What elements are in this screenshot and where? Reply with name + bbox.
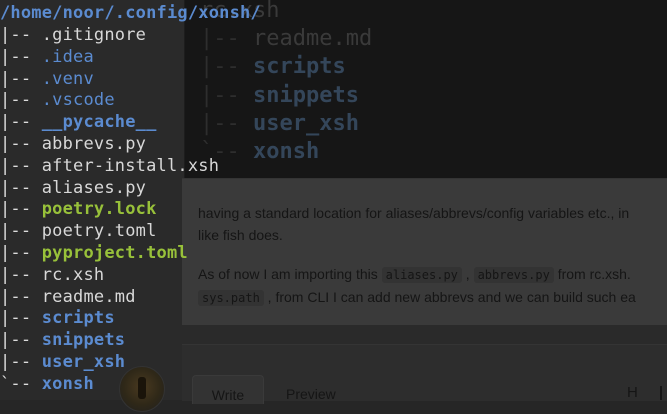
tree-entry: `-- xonsh xyxy=(0,373,94,395)
tree-branch: |-- xyxy=(0,155,42,176)
tree-entry-name: pyproject.toml xyxy=(41,243,188,263)
tree-entry: |-- __pycache__ xyxy=(0,111,157,133)
tree-branch: |-- xyxy=(0,46,42,67)
tree-entry: |-- after-install.xsh xyxy=(0,155,219,177)
tree-entry: |-- readme.md xyxy=(0,286,136,308)
tree-branch: |-- xyxy=(0,330,42,351)
background-terminal-line: |-- snippets xyxy=(200,82,359,108)
tree-branch: |-- xyxy=(0,221,42,242)
tree-entry: |-- pyproject.toml xyxy=(0,242,188,264)
tree-branch: |-- xyxy=(0,134,42,154)
tree-entry: |-- poetry.lock xyxy=(0,198,157,220)
tree-branch: |-- xyxy=(0,90,42,111)
tree-entry: |-- .venv xyxy=(0,68,94,90)
cwd-path: /home/noor/.config/xonsh/ xyxy=(0,3,261,23)
tree-entry-name: scripts xyxy=(41,308,115,329)
comment-line-4: sys.path , from CLI I can add new abbrev… xyxy=(198,286,636,309)
background-terminal-line: |-- scripts xyxy=(200,54,346,80)
inline-code-syspath: sys.path xyxy=(198,290,264,306)
inline-code-aliases: aliases.py xyxy=(381,267,462,283)
tree-branch: |-- xyxy=(0,25,42,45)
tree-entry: |-- aliases.py xyxy=(0,177,146,199)
tree-entry-name: user_xsh xyxy=(41,352,126,372)
tree-branch: |-- xyxy=(0,199,42,220)
tree-entry-name: rc.xsh xyxy=(41,264,105,285)
tree-branch: |-- xyxy=(0,68,42,89)
tree-entry-name: .venv xyxy=(41,68,94,89)
tree-entry-name: .idea xyxy=(41,46,94,67)
tree-branch: |-- xyxy=(0,243,42,263)
tree-branch: |-- xyxy=(0,308,42,329)
tree-branch: |-- xyxy=(0,286,42,307)
tree-branch: |-- xyxy=(0,112,42,133)
tree-entry-name: .vscode xyxy=(41,90,115,111)
comment-line-2: like fish does. xyxy=(198,227,283,243)
background-terminal-line: |-- readme.md xyxy=(200,26,373,52)
tree-entry: |-- abbrevs.py xyxy=(0,133,146,155)
comment-line-1: having a standard location for aliases/a… xyxy=(198,205,630,221)
tree-entry-name: poetry.lock xyxy=(41,199,157,220)
background-terminal-line: |-- user_xsh xyxy=(200,110,359,136)
tree-branch: `-- xyxy=(0,373,42,394)
tree-entry-name: after-install.xsh xyxy=(41,155,220,176)
tree-entry-name: readme.md xyxy=(41,286,136,307)
tree-entry: |-- .idea xyxy=(0,46,94,68)
tree-entry: |-- .gitignore xyxy=(0,24,146,46)
tree-branch: |-- xyxy=(0,264,42,285)
tree-entry-name: __pycache__ xyxy=(41,112,157,133)
tab-preview[interactable]: Preview xyxy=(286,375,336,403)
tree-entry: |-- scripts xyxy=(0,307,115,329)
tree-entry-name: xonsh xyxy=(41,373,94,394)
tree-entry-name: abbrevs.py xyxy=(41,134,147,154)
tree-branch: |-- xyxy=(0,352,42,372)
tree-entry-name: aliases.py xyxy=(41,177,147,198)
tree-entry: |-- rc.xsh xyxy=(0,264,104,286)
tree-entry-name: .gitignore xyxy=(41,25,147,45)
tree-entry: |-- snippets xyxy=(0,329,125,351)
tree-entry-name: snippets xyxy=(41,330,126,351)
heading-tool-button[interactable]: H xyxy=(627,384,638,401)
tree-entry-name: poetry.toml xyxy=(41,221,157,242)
toolbar-divider xyxy=(660,386,662,400)
avatar[interactable] xyxy=(119,366,165,412)
comment-line-3: As of now I am importing this aliases.py… xyxy=(198,266,631,283)
inline-code-abbrevs: abbrevs.py xyxy=(473,267,554,283)
tree-branch: |-- xyxy=(0,177,42,198)
tree-entry: |-- poetry.toml xyxy=(0,220,157,242)
tree-entry: |-- .vscode xyxy=(0,89,115,111)
tree-entry: |-- user_xsh xyxy=(0,351,125,373)
